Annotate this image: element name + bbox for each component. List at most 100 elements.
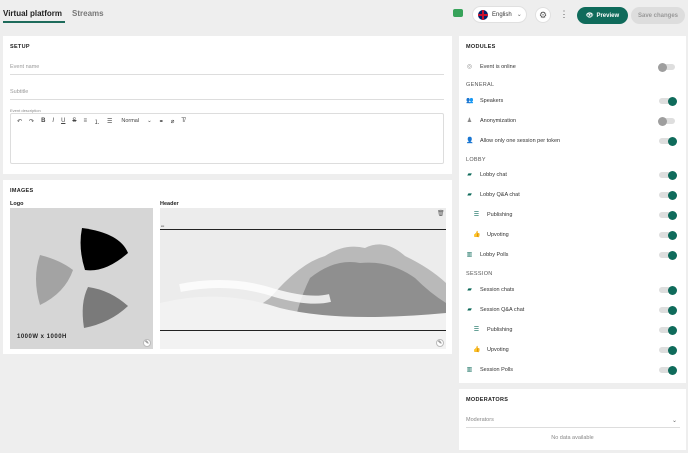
poll-icon: ▥ bbox=[466, 367, 473, 373]
moderators-panel: MODERATORS Moderators ⌄ No data availabl… bbox=[459, 389, 686, 450]
session-chats-toggle[interactable] bbox=[659, 285, 677, 295]
module-label: Upvoting bbox=[487, 347, 509, 353]
language-label: English bbox=[492, 11, 512, 18]
chat-icon: ▰ bbox=[467, 172, 472, 178]
logo-label: Logo bbox=[10, 201, 24, 207]
chat-icon: ▰ bbox=[467, 287, 472, 293]
module-label: Upvoting bbox=[487, 232, 509, 238]
tab-streams[interactable]: Streams bbox=[72, 9, 104, 18]
header-guide-bottom bbox=[160, 330, 446, 331]
module-label: Allow only one session per token bbox=[480, 138, 561, 144]
session-upvoting-toggle[interactable] bbox=[659, 345, 677, 355]
eye-icon: 👁 bbox=[585, 13, 594, 19]
attachment-icon[interactable]: ⌀ bbox=[171, 118, 175, 125]
module-row-lobby-qa: ▰ Lobby Q&A chat bbox=[459, 186, 686, 206]
italic-icon[interactable]: I bbox=[52, 118, 54, 124]
lobby-upvoting-toggle[interactable] bbox=[659, 230, 677, 240]
logo-image[interactable]: 1000W x 1000H ✎ bbox=[10, 208, 153, 349]
event-name-field[interactable]: Event name bbox=[10, 64, 444, 75]
preview-button[interactable]: 👁 Preview bbox=[577, 7, 628, 24]
top-bar: Virtual platform Streams English ⌄ ⚙ ⋮ 👁… bbox=[0, 0, 688, 30]
module-row-speakers: 👥 Speakers bbox=[459, 92, 686, 112]
poll-icon: ▥ bbox=[466, 252, 473, 258]
module-label: Anonymization bbox=[480, 118, 517, 124]
save-changes-button[interactable]: Save changes bbox=[631, 7, 685, 24]
module-row-session-qa: ▰ Session Q&A chat bbox=[459, 301, 686, 321]
undo-icon[interactable]: ↶ bbox=[17, 118, 22, 125]
chevron-down-icon: ⌄ bbox=[516, 12, 522, 18]
moderators-placeholder: Moderators bbox=[466, 417, 494, 423]
align-icon[interactable]: ≡ bbox=[83, 118, 87, 124]
module-row-session-upvoting: 👍 Upvoting bbox=[459, 341, 686, 361]
setup-title: SETUP bbox=[10, 44, 30, 50]
editor-toolbar: ↶ ↷ B I U S ≡ ⒈ ☰ Normal ⌄ ⚭ ⌀ T̸ bbox=[11, 114, 443, 128]
session-qa-toggle[interactable] bbox=[659, 305, 677, 315]
module-row-event-online: ◎ Event is online bbox=[459, 58, 686, 78]
header-mini-logo: ▪▪▪ bbox=[161, 224, 165, 228]
thumbs-up-icon: 👍 bbox=[473, 232, 481, 238]
group-general: GENERAL bbox=[466, 82, 495, 88]
event-online-toggle[interactable] bbox=[658, 62, 675, 72]
format-select[interactable]: Normal ⌄ bbox=[121, 118, 151, 124]
module-label: Publishing bbox=[487, 212, 513, 218]
more-menu-icon[interactable]: ⋮ bbox=[559, 7, 569, 23]
modules-panel: MODULES ◎ Event is online GENERAL 👥 Spea… bbox=[459, 36, 686, 383]
online-icon: ◎ bbox=[466, 64, 473, 70]
module-label: Publishing bbox=[487, 327, 513, 333]
images-panel: IMAGES Logo Header 1000W x 1000H ✎ ▪▪▪ 🗑… bbox=[3, 180, 452, 354]
session-publishing-toggle[interactable] bbox=[659, 325, 677, 335]
delete-header-icon[interactable]: 🗑 bbox=[437, 210, 445, 217]
speakers-toggle[interactable] bbox=[659, 96, 677, 106]
strikethrough-icon[interactable]: S bbox=[72, 118, 76, 124]
bold-icon[interactable]: B bbox=[41, 118, 45, 124]
module-row-session-chats: ▰ Session chats bbox=[459, 281, 686, 301]
header-image[interactable]: ▪▪▪ 🗑 ✎ bbox=[160, 208, 446, 349]
module-label: Lobby chat bbox=[480, 172, 507, 178]
publishing-icon: ☰ bbox=[473, 212, 480, 218]
subtitle-field[interactable]: Subtitle bbox=[10, 89, 444, 100]
tab-virtual-platform[interactable]: Virtual platform bbox=[3, 9, 65, 23]
module-row-session-polls: ▥ Session Polls bbox=[459, 361, 686, 381]
module-row-lobby-polls: ▥ Lobby Polls bbox=[459, 246, 686, 266]
preview-label: Preview bbox=[596, 12, 620, 19]
redo-icon[interactable]: ↷ bbox=[29, 118, 34, 125]
clear-format-icon[interactable]: T̸ bbox=[181, 118, 185, 124]
module-label: Event is online bbox=[480, 64, 516, 70]
bullet-list-icon[interactable]: ☰ bbox=[107, 118, 112, 125]
single-session-toggle[interactable] bbox=[659, 136, 677, 146]
lobby-chat-toggle[interactable] bbox=[659, 170, 677, 180]
anonymization-toggle[interactable] bbox=[658, 116, 675, 126]
module-label: Lobby Polls bbox=[480, 252, 509, 258]
modules-title: MODULES bbox=[466, 44, 496, 50]
setup-panel: SETUP Event name Subtitle Event descript… bbox=[3, 36, 452, 174]
underline-icon[interactable]: U bbox=[61, 118, 65, 124]
settings-gear-icon[interactable]: ⚙ bbox=[535, 7, 551, 23]
lobby-publishing-toggle[interactable] bbox=[659, 210, 677, 220]
module-row-lobby-upvoting: 👍 Upvoting bbox=[459, 226, 686, 246]
publishing-icon: ☰ bbox=[473, 327, 480, 333]
module-row-lobby-chat: ▰ Lobby chat bbox=[459, 166, 686, 186]
no-data-message: No data available bbox=[551, 435, 594, 441]
moderators-select[interactable]: Moderators ⌄ bbox=[466, 417, 680, 428]
language-select[interactable]: English ⌄ bbox=[472, 6, 527, 23]
chevron-down-icon: ⌄ bbox=[671, 418, 677, 424]
edit-logo-icon[interactable]: ✎ bbox=[143, 339, 151, 347]
module-row-lobby-publishing: ☰ Publishing bbox=[459, 206, 686, 226]
lobby-polls-toggle[interactable] bbox=[659, 250, 677, 260]
chat-status-icon[interactable] bbox=[453, 9, 463, 17]
chevron-down-icon: ⌄ bbox=[147, 118, 152, 124]
session-polls-toggle[interactable] bbox=[659, 365, 677, 375]
description-editor[interactable]: ↶ ↷ B I U S ≡ ⒈ ☰ Normal ⌄ ⚭ ⌀ T̸ bbox=[10, 113, 444, 164]
module-label: Lobby Q&A chat bbox=[480, 192, 520, 198]
group-session: SESSION bbox=[466, 271, 493, 277]
moderators-title: MODERATORS bbox=[466, 397, 509, 403]
edit-header-icon[interactable]: ✎ bbox=[436, 339, 444, 347]
header-label: Header bbox=[160, 201, 179, 207]
lobby-qa-toggle[interactable] bbox=[659, 190, 677, 200]
uk-flag-icon bbox=[478, 9, 488, 20]
module-row-single-session: 👤 Allow only one session per token bbox=[459, 132, 686, 152]
link-icon[interactable]: ⚭ bbox=[159, 118, 164, 125]
qa-chat-icon: ▰ bbox=[467, 307, 472, 313]
ordered-list-icon[interactable]: ⒈ bbox=[94, 117, 100, 126]
group-lobby: LOBBY bbox=[466, 157, 486, 163]
